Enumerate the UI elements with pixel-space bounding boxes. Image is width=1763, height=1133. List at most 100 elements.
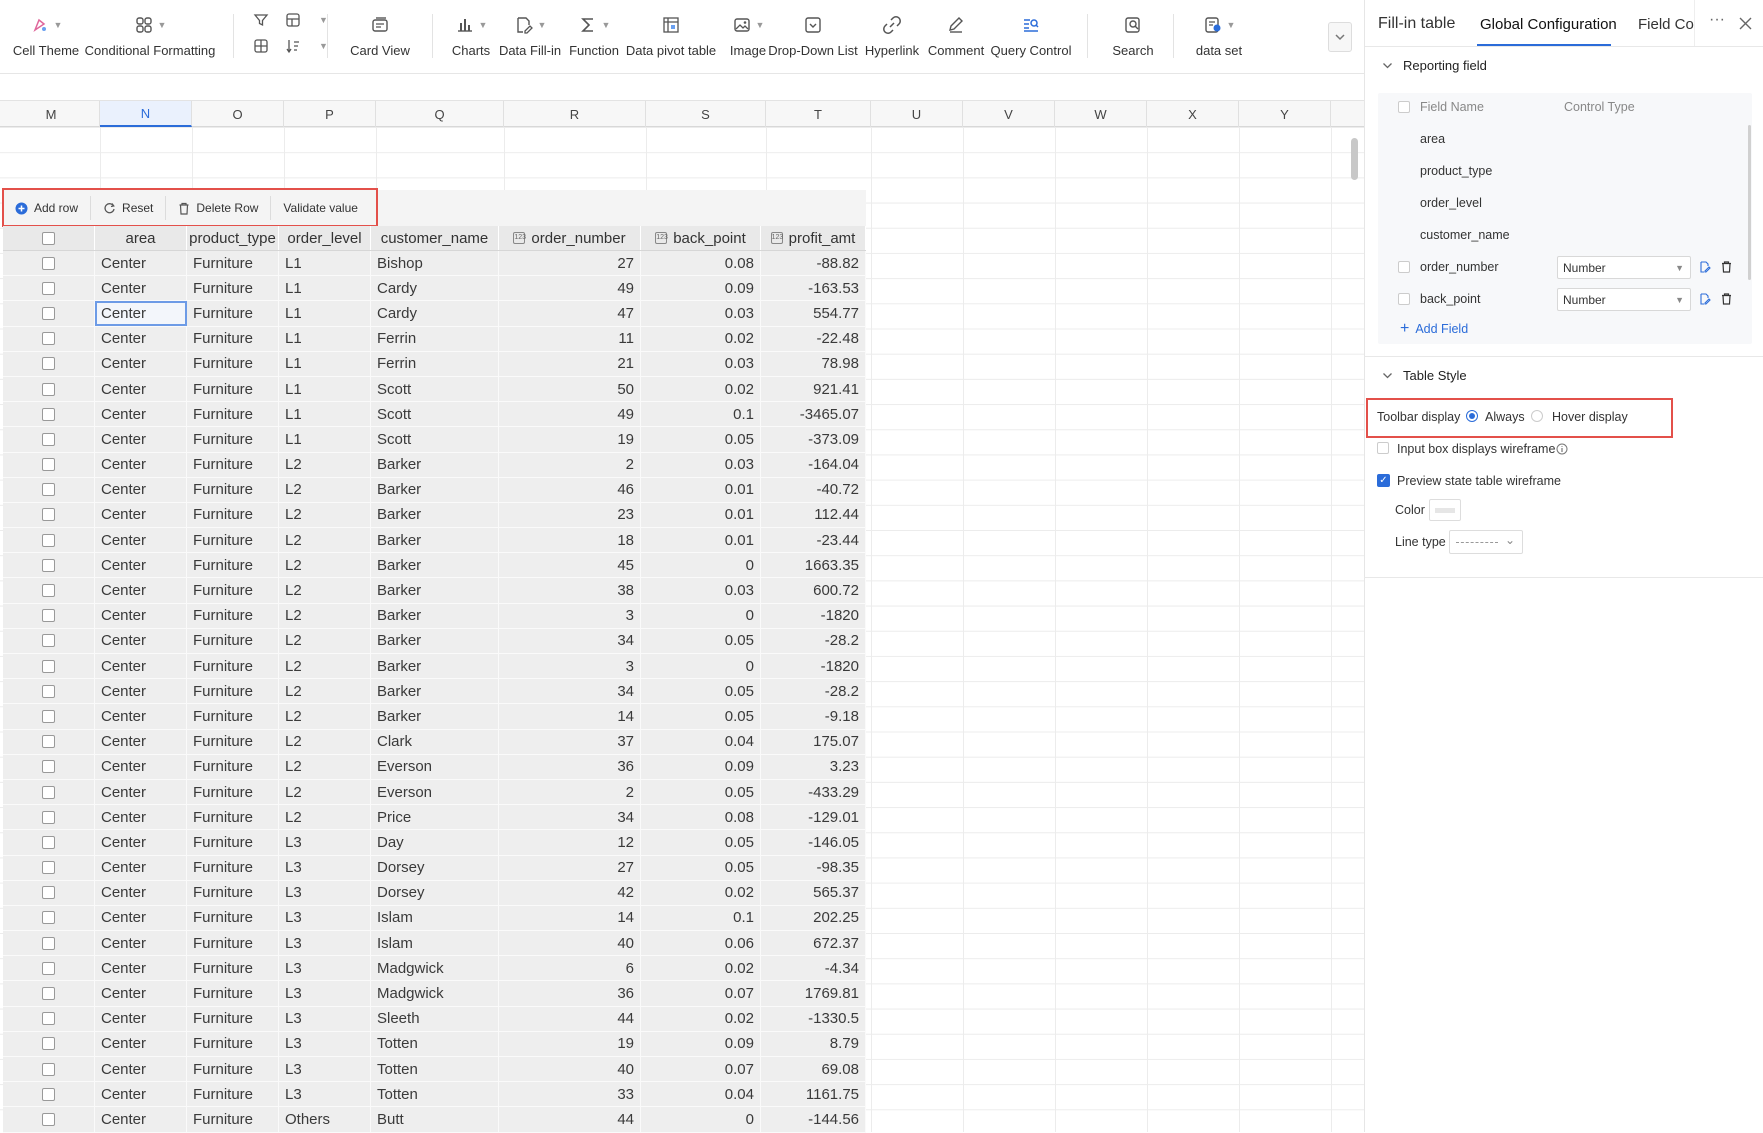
filter-icon[interactable] [253, 12, 269, 28]
table-cell-back-point[interactable]: 0.1 [641, 905, 761, 931]
table-cell-order-number[interactable]: 27 [499, 855, 641, 880]
table-cell-order-level[interactable]: L3 [279, 1057, 371, 1082]
table-cell-customer-name[interactable]: Madgwick [371, 956, 499, 981]
table-cell-product-type[interactable]: Furniture [187, 1057, 279, 1082]
table-cell-product-type[interactable]: Furniture [187, 855, 279, 880]
table-cell-back-point[interactable]: 0.01 [641, 477, 761, 502]
table-cell-area[interactable]: Center [95, 654, 187, 679]
table-row[interactable]: Center Furniture L1 Ferrin 21 0.03 78.98 [3, 351, 866, 377]
table-cell-profit-amt[interactable]: 1663.35 [761, 553, 866, 578]
split-icon[interactable] [253, 38, 269, 54]
table-cell-area[interactable]: Center [95, 779, 187, 805]
table-cell-order-number[interactable]: 50 [499, 376, 641, 402]
freeze-icon[interactable] [285, 12, 301, 28]
table-cell-product-type[interactable]: Furniture [187, 981, 279, 1006]
table-cell-profit-amt[interactable]: -129.01 [761, 805, 866, 830]
table-cell-customer-name[interactable]: Barker [371, 578, 499, 603]
table-cell-product-type[interactable]: Furniture [187, 376, 279, 402]
color-picker[interactable] [1429, 499, 1461, 521]
table-cell-customer-name[interactable]: Sleeth [371, 1006, 499, 1031]
table-cell-product-type[interactable]: Furniture [187, 1107, 279, 1132]
table-cell-product-type[interactable]: Furniture [187, 477, 279, 502]
table-cell-profit-amt[interactable]: -40.72 [761, 477, 866, 502]
table-cell-customer-name[interactable]: Totten [371, 1031, 499, 1056]
row-checkbox-cell[interactable] [3, 628, 95, 653]
collapse-toolbar-button[interactable] [1328, 22, 1352, 52]
row-checkbox[interactable] [42, 659, 55, 673]
column-header-v[interactable]: V [963, 101, 1055, 127]
table-cell-area[interactable]: Center [95, 754, 187, 779]
table-cell-product-type[interactable]: Furniture [187, 956, 279, 981]
table-cell-order-level[interactable]: L1 [279, 351, 371, 376]
row-checkbox[interactable] [42, 709, 55, 723]
table-cell-back-point[interactable]: 0.06 [641, 931, 761, 956]
table-row[interactable]: Center Furniture L3 Totten 19 0.09 8.79 [3, 1031, 866, 1057]
table-cell-customer-name[interactable]: Cardy [371, 301, 499, 326]
table-cell-order-level[interactable]: L3 [279, 880, 371, 905]
table-cell-profit-amt[interactable]: 672.37 [761, 931, 866, 956]
table-cell-back-point[interactable]: 0.09 [641, 1031, 761, 1056]
table-cell-order-level[interactable]: L3 [279, 830, 371, 855]
table-cell-customer-name[interactable]: Barker [371, 679, 499, 704]
row-checkbox[interactable] [42, 533, 55, 547]
table-cell-customer-name[interactable]: Barker [371, 654, 499, 679]
table-cell-order-number[interactable]: 27 [499, 251, 641, 276]
table-row[interactable]: Center Furniture L3 Dorsey 42 0.02 565.37 [3, 880, 866, 906]
select-all-fields-checkbox[interactable] [1398, 101, 1410, 113]
table-cell-back-point[interactable]: 0.05 [641, 704, 761, 729]
table-cell-back-point[interactable]: 0.08 [641, 251, 761, 276]
row-checkbox[interactable] [42, 1012, 55, 1026]
table-cell-product-type[interactable]: Furniture [187, 729, 279, 754]
table-cell-area[interactable]: Center [95, 452, 187, 477]
table-cell-product-type[interactable]: Furniture [187, 1082, 279, 1107]
control-type-select[interactable]: Number ▼ [1557, 256, 1691, 279]
table-cell-order-level[interactable]: L2 [279, 477, 371, 502]
row-checkbox-cell[interactable] [3, 1057, 95, 1082]
function-button[interactable]: ▼ Function [568, 0, 620, 74]
field-checkbox[interactable] [1398, 293, 1410, 305]
row-checkbox[interactable] [42, 382, 55, 396]
table-row[interactable]: Center Furniture L3 Madgwick 6 0.02 -4.34 [3, 956, 866, 982]
table-cell-customer-name[interactable]: Totten [371, 1057, 499, 1082]
table-cell-back-point[interactable]: 0.09 [641, 276, 761, 301]
table-row[interactable]: Center Furniture L2 Clark 37 0.04 175.07 [3, 729, 866, 755]
table-cell-product-type[interactable]: Furniture [187, 1006, 279, 1031]
table-cell-profit-amt[interactable]: -88.82 [761, 251, 866, 276]
row-checkbox-cell[interactable] [3, 1006, 95, 1031]
table-cell-order-level[interactable]: L3 [279, 1031, 371, 1056]
row-checkbox[interactable] [42, 886, 55, 900]
row-checkbox[interactable] [42, 835, 55, 849]
table-cell-area[interactable]: Center [95, 603, 187, 628]
table-cell-back-point[interactable]: 0.03 [641, 578, 761, 603]
table-cell-area[interactable]: Center [95, 326, 187, 351]
table-row[interactable]: Center Furniture L2 Price 34 0.08 -129.01 [3, 805, 866, 831]
table-cell-product-type[interactable]: Furniture [187, 805, 279, 830]
table-cell-back-point[interactable]: 0.04 [641, 729, 761, 754]
row-checkbox-cell[interactable] [3, 402, 95, 427]
table-cell-order-level[interactable]: L3 [279, 1082, 371, 1107]
row-checkbox-cell[interactable] [3, 855, 95, 880]
table-cell-order-number[interactable]: 45 [499, 553, 641, 578]
row-checkbox[interactable] [42, 760, 55, 774]
table-row[interactable]: Center Furniture L1 Scott 50 0.02 921.41 [3, 376, 866, 403]
table-cell-product-type[interactable]: Furniture [187, 502, 279, 528]
table-cell-order-number[interactable]: 14 [499, 704, 641, 729]
table-cell-order-number[interactable]: 44 [499, 1107, 641, 1132]
table-cell-back-point[interactable]: 0.01 [641, 528, 761, 553]
table-row[interactable]: Center Furniture Others Butt 44 0 -144.56 [3, 1107, 866, 1133]
table-cell-back-point[interactable]: 0.02 [641, 956, 761, 981]
sort-icon[interactable] [285, 38, 301, 54]
row-checkbox-cell[interactable] [3, 427, 95, 452]
table-cell-product-type[interactable]: Furniture [187, 452, 279, 477]
row-checkbox-cell[interactable] [3, 654, 95, 679]
row-checkbox-cell[interactable] [3, 326, 95, 351]
table-cell-order-number[interactable]: 44 [499, 1006, 641, 1031]
table-cell-area[interactable]: Center [95, 251, 187, 276]
table-cell-customer-name[interactable]: Butt [371, 1107, 499, 1132]
table-cell-order-level[interactable]: L2 [279, 528, 371, 553]
tab-fill-in-table[interactable]: Fill-in table [1378, 15, 1455, 33]
row-checkbox-cell[interactable] [3, 729, 95, 754]
column-header-u[interactable]: U [871, 101, 963, 127]
table-cell-order-level[interactable]: L3 [279, 1006, 371, 1031]
table-cell-area[interactable]: Center [95, 729, 187, 754]
